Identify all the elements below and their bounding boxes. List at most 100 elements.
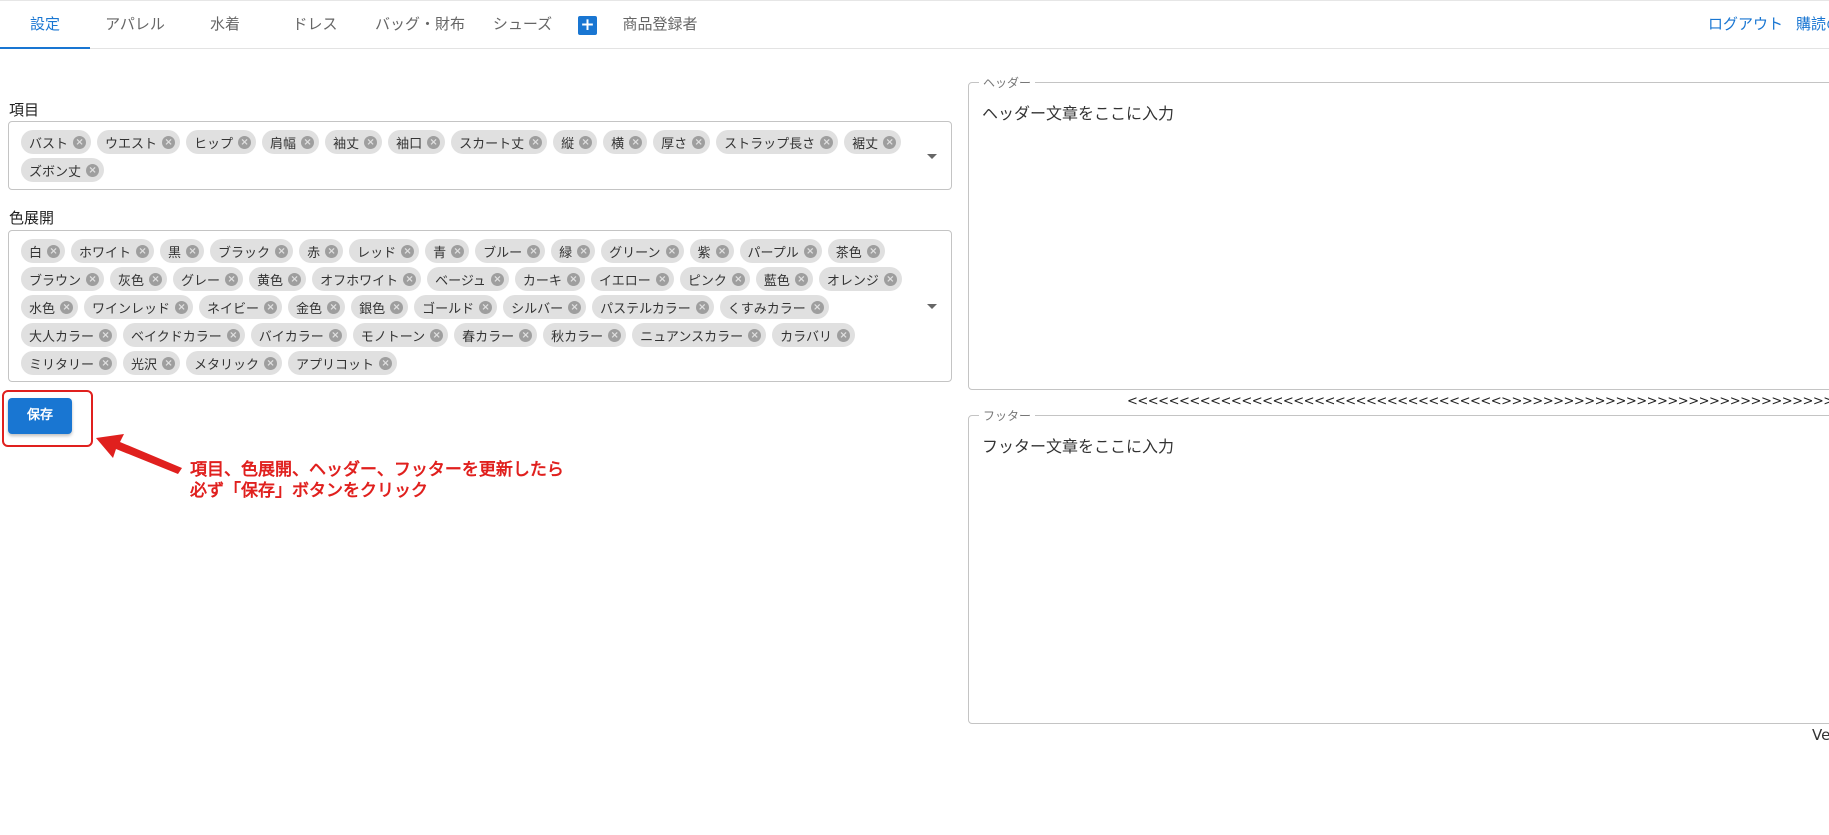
remove-chip-icon[interactable]: × [86,163,100,177]
remove-chip-icon[interactable]: × [73,135,87,149]
save-button[interactable]: 保存 [8,398,72,434]
remove-chip-icon[interactable]: × [430,328,444,342]
remove-chip-icon[interactable]: × [577,244,591,258]
remove-chip-icon[interactable]: × [608,328,622,342]
colors-chip[interactable]: グリーン × [601,239,684,263]
tab-apparel[interactable]: アパレル [90,1,180,49]
remove-chip-icon[interactable]: × [803,244,817,258]
remove-chip-icon[interactable]: × [427,135,441,149]
colors-chip[interactable]: 光沢 × [123,351,181,375]
tab-settings[interactable]: 設定 [0,1,90,49]
remove-chip-icon[interactable]: × [794,272,808,286]
remove-chip-icon[interactable]: × [99,328,113,342]
remove-chip-icon[interactable]: × [325,244,339,258]
logout-link[interactable]: ログアウト [1708,1,1783,49]
remove-chip-icon[interactable]: × [403,272,417,286]
colors-chip[interactable]: 金色 × [288,295,346,319]
remove-chip-icon[interactable]: × [60,300,74,314]
colors-chip[interactable]: 黒 × [160,239,205,263]
remove-chip-icon[interactable]: × [731,272,745,286]
items-chip[interactable]: 袖丈 × [325,130,383,154]
remove-chip-icon[interactable]: × [225,272,239,286]
colors-chip[interactable]: ベージュ × [427,267,509,291]
items-chip[interactable]: 裾丈 × [844,130,902,154]
items-chip[interactable]: ストラップ長さ × [716,130,839,154]
remove-chip-icon[interactable]: × [519,328,533,342]
colors-chip[interactable]: メタリック × [186,351,283,375]
remove-chip-icon[interactable]: × [665,244,679,258]
remove-chip-icon[interactable]: × [264,300,278,314]
items-dropdown-icon[interactable] [927,154,937,159]
colors-chip[interactable]: カーキ × [514,267,585,291]
remove-chip-icon[interactable]: × [238,135,252,149]
remove-chip-icon[interactable]: × [451,244,465,258]
footer-textarea[interactable]: フッター フッター文章をここに入力 [968,407,1829,724]
colors-chip[interactable]: アプリコット × [288,351,398,375]
remove-chip-icon[interactable]: × [655,272,669,286]
remove-chip-icon[interactable]: × [692,135,706,149]
colors-chip[interactable]: 大人カラー × [21,323,118,347]
remove-chip-icon[interactable]: × [527,244,541,258]
colors-chip[interactable]: 秋カラー × [543,323,627,347]
colors-chip[interactable]: イエロー × [590,267,674,291]
items-chip[interactable]: ヒップ × [186,130,257,154]
remove-chip-icon[interactable]: × [136,244,150,258]
remove-chip-icon[interactable]: × [529,135,543,149]
items-chip[interactable]: 縦 × [553,130,598,154]
colors-chip[interactable]: オフホワイト × [312,267,422,291]
remove-chip-icon[interactable]: × [328,328,342,342]
items-chip[interactable]: 肩幅 × [262,130,320,154]
colors-dropdown-icon[interactable] [927,304,937,309]
colors-chip[interactable]: ニュアンスカラー × [632,323,767,347]
remove-chip-icon[interactable]: × [883,135,897,149]
items-chip[interactable]: バスト × [21,130,92,154]
remove-chip-icon[interactable]: × [47,244,61,258]
colors-chip[interactable]: グレー × [173,267,244,291]
tab-dress[interactable]: ドレス [270,1,360,49]
colors-chip[interactable]: モノトーン × [352,323,449,347]
remove-chip-icon[interactable]: × [99,356,113,370]
tab-bags-wallets[interactable]: バッグ・財布 [360,1,480,49]
colors-chip[interactable]: オレンジ × [818,267,902,291]
colors-chip[interactable]: パステルカラー × [592,295,714,319]
remove-chip-icon[interactable]: × [264,356,278,370]
colors-chip[interactable]: 赤 × [299,239,344,263]
remove-chip-icon[interactable]: × [579,135,593,149]
remove-chip-icon[interactable]: × [568,300,582,314]
colors-chip[interactable]: 春カラー × [454,323,538,347]
colors-chip[interactable]: ホワイト × [71,239,155,263]
header-textarea[interactable]: ヘッダー ヘッダー文章をここに入力 [968,74,1829,390]
items-chip[interactable]: 横 × [603,130,648,154]
remove-chip-icon[interactable]: × [364,135,378,149]
colors-chip[interactable]: ゴールド × [414,295,498,319]
tab-shoes[interactable]: シューズ [480,1,565,49]
colors-chip[interactable]: 水色 × [21,295,79,319]
items-chip[interactable]: ズボン丈 × [21,158,105,182]
items-chip[interactable]: 厚さ × [653,130,711,154]
colors-chip[interactable]: 藍色 × [755,267,813,291]
remove-chip-icon[interactable]: × [490,272,504,286]
colors-chip[interactable]: シルバー × [503,295,587,319]
remove-chip-icon[interactable]: × [226,328,240,342]
colors-chip[interactable]: ネイビー × [199,295,283,319]
remove-chip-icon[interactable]: × [629,135,643,149]
colors-chip[interactable]: 白 × [21,239,66,263]
colors-chip[interactable]: 緑 × [551,239,596,263]
items-chip[interactable]: スカート丈 × [451,130,548,154]
remove-chip-icon[interactable]: × [401,244,415,258]
remove-chip-icon[interactable]: × [149,272,163,286]
remove-chip-icon[interactable]: × [162,135,176,149]
remove-chip-icon[interactable]: × [837,328,851,342]
remove-chip-icon[interactable]: × [86,272,100,286]
colors-chip[interactable]: 青 × [425,239,470,263]
colors-chip[interactable]: ミリタリー × [21,351,118,375]
colors-chip[interactable]: バイカラー × [250,323,347,347]
remove-chip-icon[interactable]: × [566,272,580,286]
colors-chip[interactable]: カラバリ × [772,323,856,347]
colors-chip[interactable]: くすみカラー × [719,295,829,319]
colors-chip[interactable]: ブラウン × [21,267,105,291]
resize-separator[interactable]: <<<<<<<<<<<<<<<<<<<<<<<<<<<<<<<<<<<<>>>>… [1127,394,1829,409]
remove-chip-icon[interactable]: × [866,244,880,258]
colors-select[interactable]: 白 × ホワイト × 黒 × ブラック × 赤 × レッド × 青 × ブルー × 緑 × グリーン × 紫 × パープル ×… [8,230,952,382]
subscribe-link[interactable]: 購読の [1796,1,1829,49]
